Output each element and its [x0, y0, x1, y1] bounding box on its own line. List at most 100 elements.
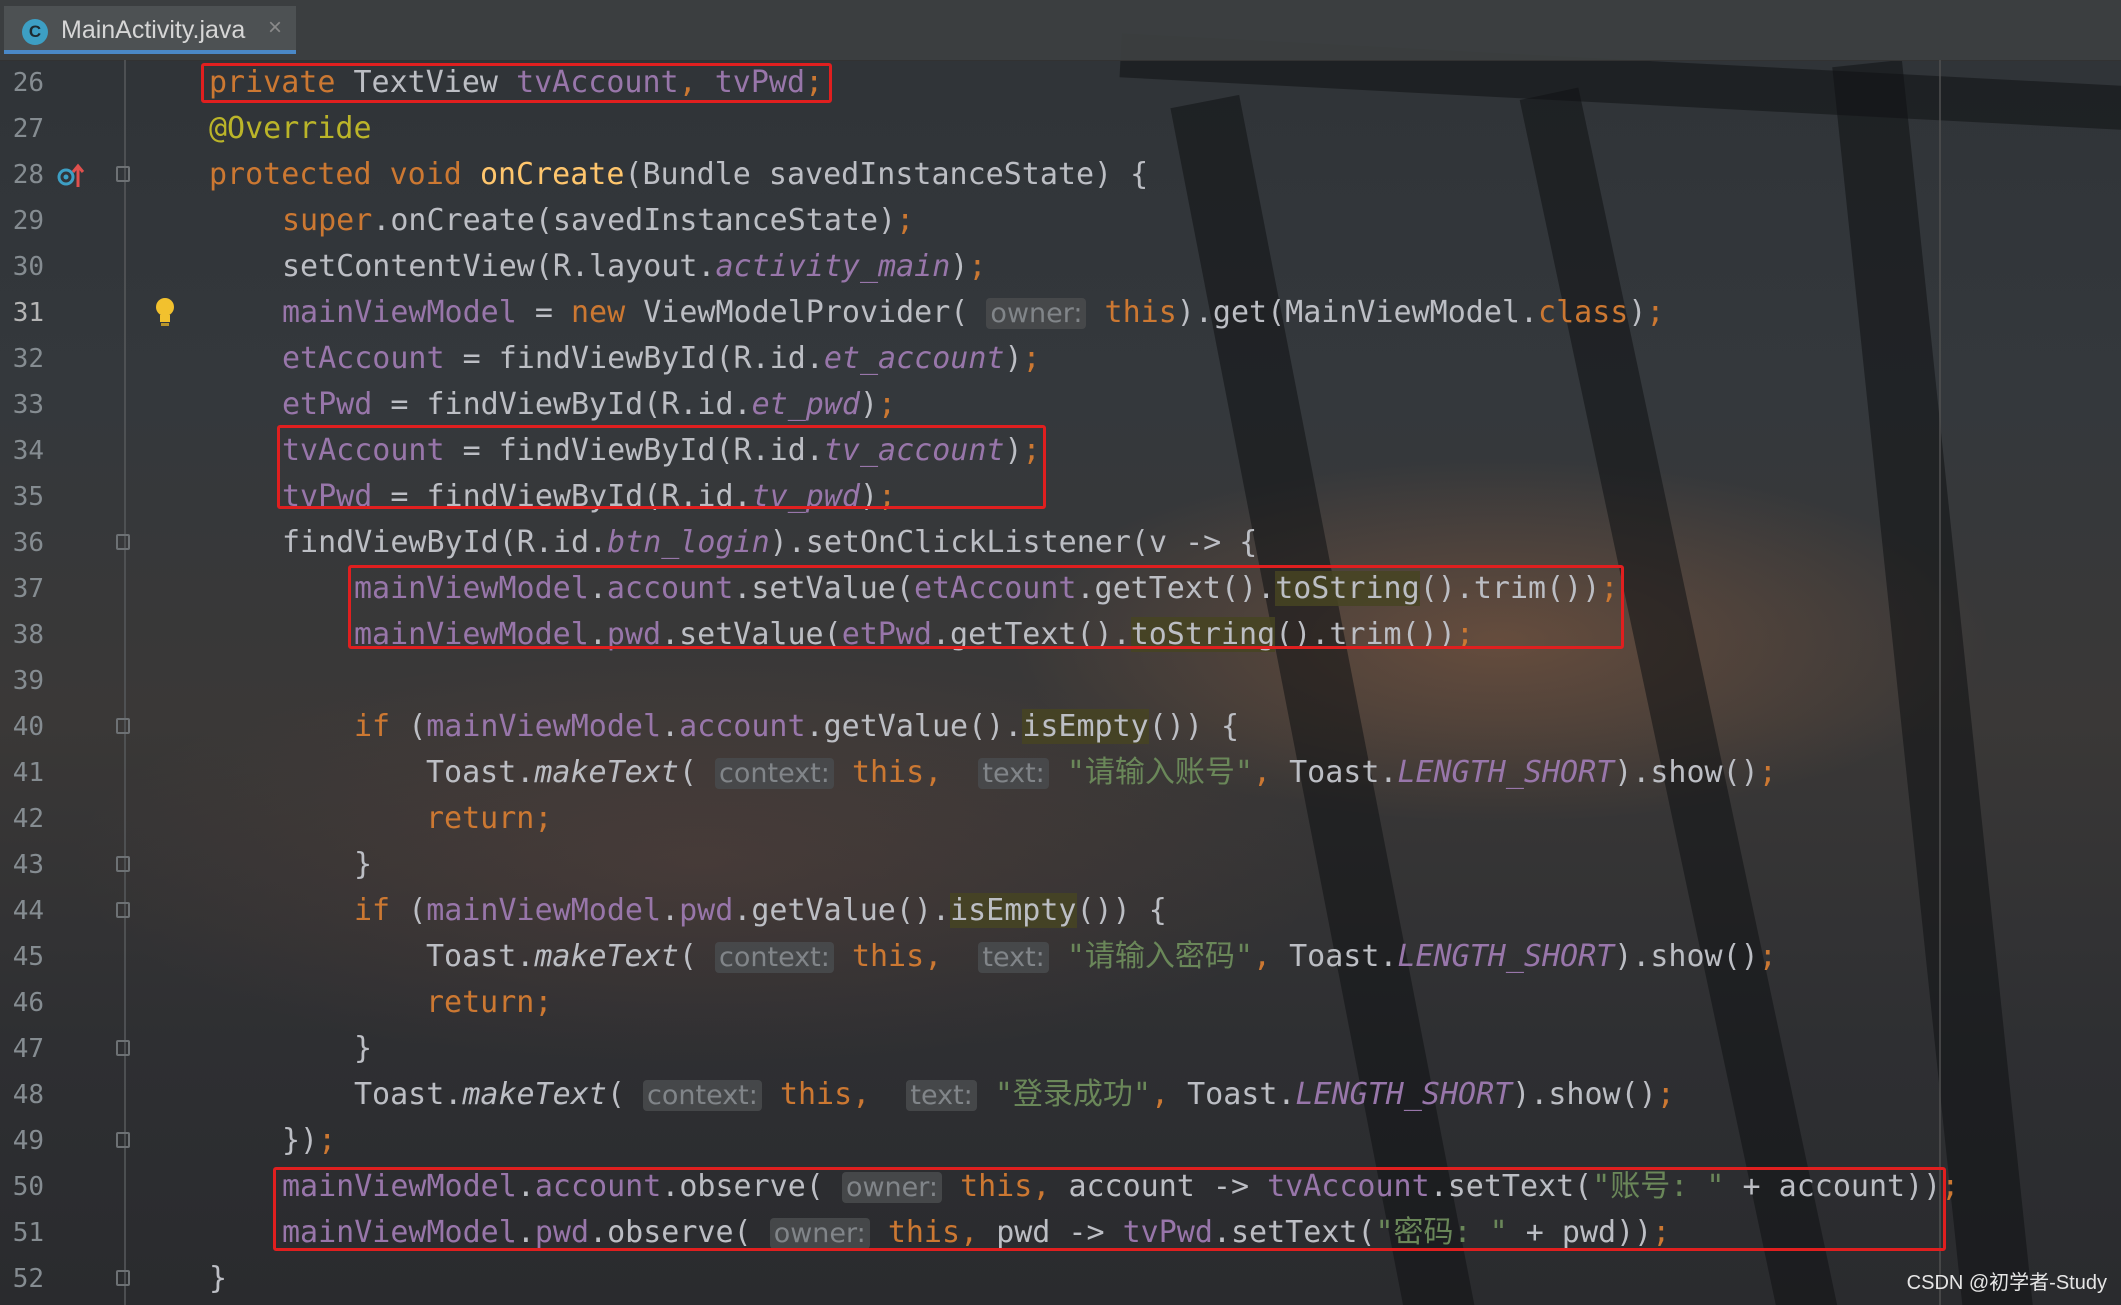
fold-marker-icon[interactable]: [116, 1132, 130, 1148]
code-line[interactable]: 38 mainViewModel.pwd.setValue(etPwd.getTe…: [0, 612, 2121, 658]
code-token: = findViewById(R.id.: [444, 341, 824, 376]
code-line[interactable]: 27 @Override: [0, 106, 2121, 152]
line-number: 28: [12, 160, 44, 190]
keyword-token: this: [779, 1077, 853, 1112]
fold-marker-icon[interactable]: [116, 718, 130, 734]
code-token: et_pwd: [751, 387, 860, 422]
code-token: etPwd: [841, 617, 932, 652]
line-number: 39: [12, 666, 44, 696]
code-line[interactable]: 47}: [0, 1026, 2121, 1072]
code-line[interactable]: 46 return;: [0, 980, 2121, 1026]
code-token: .observe(: [661, 1169, 842, 1204]
code-line[interactable]: 35 tvPwd = findViewById(R.id.tv_pwd);: [0, 474, 2121, 520]
code-token: mainViewModel: [426, 709, 662, 744]
code-line[interactable]: 33 etPwd = findViewById(R.id.et_pwd);: [0, 382, 2121, 428]
code-token: TextView: [353, 65, 517, 100]
string-literal: "密码: ": [1375, 1215, 1508, 1250]
code-line[interactable]: 42 return;: [0, 796, 2121, 842]
override-method-icon[interactable]: [56, 162, 86, 194]
fold-marker-icon[interactable]: [116, 534, 130, 550]
code-line[interactable]: 50 mainViewModel.account.observe( owner: …: [0, 1164, 2121, 1210]
code-token: ): [1004, 341, 1023, 376]
code-text: mainViewModel = new ViewModelProvider( o…: [282, 290, 1664, 336]
code-text: Toast.makeText( context: this, text: "请输…: [426, 750, 1777, 796]
keyword-token: private: [209, 65, 354, 100]
fold-marker-icon[interactable]: [116, 1040, 130, 1056]
line-number: 44: [12, 896, 44, 926]
code-editor[interactable]: 26 private TextView tvAccount, tvPwd; 27 @O…: [0, 60, 2121, 1305]
fold-marker-icon[interactable]: [116, 902, 130, 918]
code-line[interactable]: 51 mainViewModel.pwd.observe( owner: this…: [0, 1210, 2121, 1256]
code-token: btn_login: [607, 525, 770, 560]
code-token: makeText: [534, 755, 679, 790]
code-token: ).show(): [1512, 1077, 1657, 1112]
code-token: mainViewModel: [282, 1215, 517, 1250]
code-token: }: [354, 1031, 373, 1066]
keyword-token: ;: [1646, 295, 1665, 330]
line-number: 31: [12, 298, 44, 328]
code-text: }: [354, 1026, 372, 1072]
code-line[interactable]: 32 etAccount = findViewById(R.id.et_accou…: [0, 336, 2121, 382]
code-text: if (mainViewModel.account.getValue().isE…: [354, 704, 1239, 750]
highlighted-usage: isEmpty: [1022, 709, 1149, 744]
code-line[interactable]: 43}: [0, 842, 2121, 888]
code-line[interactable]: 52}: [0, 1256, 2121, 1302]
code-line[interactable]: 44 if (mainViewModel.pwd.getValue().isEmp…: [0, 888, 2121, 934]
code-token: LENGTH_SHORT: [1397, 755, 1615, 790]
code-token: tvPwd: [1122, 1215, 1213, 1250]
line-number: 33: [12, 390, 44, 420]
fold-marker-icon[interactable]: [116, 1270, 130, 1286]
code-line[interactable]: 39: [0, 658, 2121, 704]
keyword-token: ;: [896, 203, 915, 238]
code-token: ().trim()): [1419, 571, 1601, 606]
keyword-token: ;: [1652, 1215, 1671, 1250]
code-text: etPwd = findViewById(R.id.et_pwd);: [282, 382, 896, 428]
keyword-token: this: [960, 1169, 1033, 1204]
code-token: .getValue().: [733, 893, 951, 928]
keyword-token: ;: [1758, 939, 1777, 974]
code-line[interactable]: 34 tvAccount = findViewById(R.id.tv_accou…: [0, 428, 2121, 474]
code-line[interactable]: 36 findViewById(R.id.btn_login).setOnClic…: [0, 520, 2121, 566]
code-token: pwd ->: [996, 1215, 1123, 1250]
code-text: setContentView(R.layout.activity_main);: [282, 244, 986, 290]
code-line[interactable]: 45 Toast.makeText( context: this, text: "…: [0, 934, 2121, 980]
code-token: (: [606, 1077, 643, 1112]
code-line[interactable]: 41 Toast.makeText( context: this, text: "…: [0, 750, 2121, 796]
highlighted-usage: isEmpty: [950, 893, 1077, 928]
code-line[interactable]: 48 Toast.makeText( context: this, text: "…: [0, 1072, 2121, 1118]
code-token: findViewById(R.id.: [282, 525, 608, 560]
code-text: mainViewModel.pwd.observe( owner: this, …: [282, 1210, 1670, 1256]
code-token: (: [408, 893, 427, 928]
code-token: .: [516, 1215, 535, 1250]
code-token: pwd: [679, 893, 734, 928]
fold-marker-icon[interactable]: [116, 166, 130, 182]
code-token: tvPwd: [282, 479, 373, 514]
code-text: mainViewModel.pwd.setValue(etPwd.getText…: [354, 612, 1474, 658]
tab-mainactivity-java[interactable]: C MainActivity.java ×: [4, 6, 296, 54]
code-line[interactable]: 26 private TextView tvAccount, tvPwd;: [0, 60, 2121, 106]
code-line[interactable]: 49});: [0, 1118, 2121, 1164]
fold-marker-icon[interactable]: [116, 856, 130, 872]
lightbulb-icon[interactable]: [154, 296, 176, 332]
code-line[interactable]: 30 setContentView(R.layout.activity_main)…: [0, 244, 2121, 290]
keyword-token: ;: [968, 249, 987, 284]
code-line[interactable]: 37 mainViewModel.account.setValue(etAccou…: [0, 566, 2121, 612]
code-text: etAccount = findViewById(R.id.et_account…: [282, 336, 1041, 382]
keyword-token: new: [571, 295, 644, 330]
code-line[interactable]: 40 if (mainViewModel.account.getValue().i…: [0, 704, 2121, 750]
code-token: =: [516, 295, 571, 330]
line-number: 37: [12, 574, 44, 604]
code-line[interactable]: 29 super.onCreate(savedInstanceState);: [0, 198, 2121, 244]
code-line[interactable]: 28 protected void onCreate(Bundle savedIn…: [0, 152, 2121, 198]
code-token: .setValue(: [661, 617, 842, 652]
close-icon[interactable]: ×: [268, 14, 282, 42]
code-token: mainViewModel: [354, 571, 589, 606]
code-line[interactable]: 31 mainViewModel = new ViewModelProvider(…: [0, 290, 2121, 336]
code-text: }: [354, 842, 372, 888]
code-token: }: [354, 847, 373, 882]
